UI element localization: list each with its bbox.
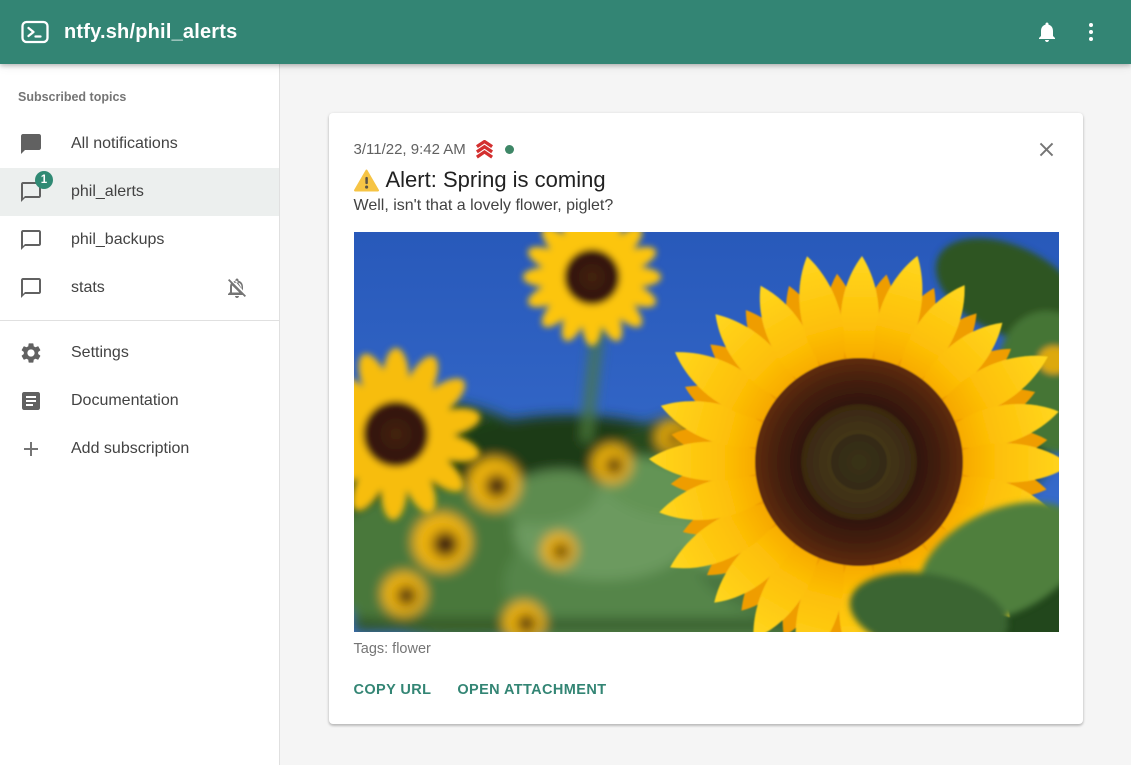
sidebar-item-label: Add subscription: [71, 440, 189, 458]
overflow-menu-icon[interactable]: [1069, 10, 1113, 54]
tags-label: Tags: flower: [354, 641, 1059, 657]
chat-bubble-filled-icon: [19, 132, 43, 156]
sidebar-item-stats[interactable]: stats: [0, 264, 279, 312]
copy-url-button[interactable]: COPY URL: [354, 678, 432, 702]
warning-emoji-icon: [354, 169, 379, 192]
plus-icon: [19, 437, 43, 461]
app-bar: ntfy.sh/phil_alerts: [0, 0, 1131, 64]
notification-meta: 3/11/22, 9:42 AM: [354, 140, 1059, 159]
sidebar-item-label: All notifications: [71, 135, 178, 153]
chat-bubble-outline-icon: [19, 276, 43, 300]
close-icon[interactable]: [1033, 135, 1061, 163]
sidebar-item-phil-alerts[interactable]: 1 phil_alerts: [0, 168, 279, 216]
timestamp: 3/11/22, 9:42 AM: [354, 141, 466, 158]
attachment-image[interactable]: [354, 232, 1059, 632]
notification-body: Well, isn't that a lovely flower, piglet…: [354, 197, 1059, 215]
sidebar-item-documentation[interactable]: Documentation: [0, 377, 279, 425]
sidebar-item-label: stats: [71, 279, 105, 297]
priority-high-chevrons-icon: [473, 140, 496, 159]
open-attachment-button[interactable]: OPEN ATTACHMENT: [457, 678, 606, 702]
green-dot: [505, 145, 514, 154]
terminal-window-icon: [20, 17, 50, 47]
unread-count-badge: 1: [35, 171, 53, 189]
notifications-bell-icon[interactable]: [1025, 10, 1069, 54]
sidebar-divider: [0, 320, 279, 321]
sidebar-item-label: phil_backups: [71, 231, 164, 249]
main-area: 3/11/22, 9:42 AM: [280, 64, 1131, 765]
sidebar-item-settings[interactable]: Settings: [0, 329, 279, 377]
notification-title-text: Alert: Spring is coming: [386, 166, 606, 194]
notification-card: 3/11/22, 9:42 AM: [329, 113, 1083, 724]
sidebar-item-label: phil_alerts: [71, 183, 144, 201]
sidebar: Subscribed topics All notifications 1 ph…: [0, 64, 280, 765]
article-icon: [19, 389, 43, 413]
notification-actions: COPY URL OPEN ATTACHMENT: [354, 678, 1059, 702]
subscribed-topics-label: Subscribed topics: [0, 72, 279, 120]
chat-bubble-outline-icon: [19, 228, 43, 252]
sidebar-item-all-notifications[interactable]: All notifications: [0, 120, 279, 168]
chat-bubble-outline-icon: 1: [19, 180, 43, 204]
notification-title: Alert: Spring is coming: [354, 166, 1059, 194]
sidebar-item-phil-backups[interactable]: phil_backups: [0, 216, 279, 264]
sidebar-item-label: Settings: [71, 344, 129, 362]
sidebar-item-add-subscription[interactable]: Add subscription: [0, 425, 279, 473]
notifications-off-icon: [225, 276, 249, 300]
gear-icon: [19, 341, 43, 365]
page-title: ntfy.sh/phil_alerts: [64, 21, 237, 44]
sidebar-item-label: Documentation: [71, 392, 179, 410]
